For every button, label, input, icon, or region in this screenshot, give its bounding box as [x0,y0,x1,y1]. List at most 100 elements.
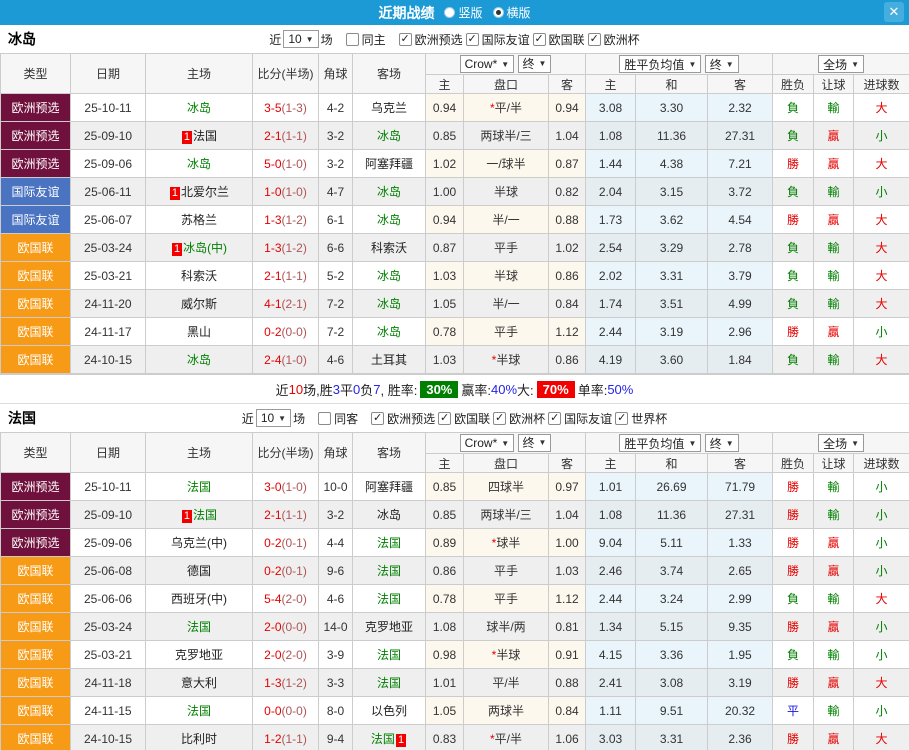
handicap-result-cell: 輸 [813,261,855,290]
fulltime-score: 5-0 [264,156,282,171]
fulltime-score: 0-0 [264,703,282,718]
league-checkbox[interactable]: ✓ [532,32,546,46]
full-match-select[interactable]: 全场 ▼ [818,55,865,73]
fulltime-score: 1-3 [264,212,282,227]
league-checkbox[interactable]: ✓ [548,411,562,425]
recent-count-select[interactable]: 10 ▼ [255,409,292,427]
stats-summary: 近 10 场,胜 3 平 0 负 7, 胜率: 30% 赢率: 40% 大: 70% 单率: 50% [0,374,909,403]
avg-type-select[interactable]: 胜平负均值 ▼ [619,434,702,452]
avg-away-cell: 2.99 [707,584,774,613]
date-cell: 24-11-18 [70,668,146,697]
fulltime-score: 1-3 [264,240,282,255]
score-cell: 3-5(1-3) [252,93,319,122]
odds-stage-select[interactable]: 终 ▼ [517,433,552,452]
halftime-score: (1-1) [281,731,307,746]
radio-icon-checked[interactable] [492,7,504,18]
avg-stage-select[interactable]: 终 ▼ [704,434,739,452]
handicap-result-cell: 贏 [813,612,855,641]
team-cell-content: 冰岛 [187,157,211,171]
team-label: 克罗地亚 [174,648,223,662]
corner-cell: 10-0 [318,472,353,501]
team-cell-content: 乌克兰 [371,101,407,115]
team-cell-content: 以色列 [371,704,407,718]
winloss-cell: 勝 [772,528,815,557]
fulltime-score: 4-1 [264,296,282,311]
score-cell: 1-3(1-2) [252,668,319,697]
away-odds-cell: 0.88 [547,668,587,697]
goals-result-cell: 大 [853,149,909,178]
winloss-cell: 負 [772,345,815,374]
corner-cell: 3-9 [318,640,353,669]
col-sub-home-odds: 主 [425,453,464,473]
same-home-checkbox[interactable] [345,32,359,46]
date-cell: 24-11-15 [70,696,146,725]
table-row: 欧洲预选 25-10-11 法国 3-0(1-0) 10-0 阿塞拜疆 0.85 四球半 0.9… [0,472,909,501]
league-checkbox[interactable]: ✓ [438,411,452,425]
team-cell-content: 乌克兰(中) [171,536,227,550]
avg-away-cell: 4.54 [707,205,774,234]
layout-radio-vertical[interactable]: 竖版 [444,4,483,21]
avg-draw-cell: 3.24 [635,584,709,613]
league-checkbox[interactable]: ✓ [398,32,412,46]
avg-type-select[interactable]: 胜平负均值 ▼ [619,55,702,73]
avg-away-cell: 1.33 [707,528,774,557]
away-team-cell: 土耳其 [352,345,426,374]
handicap-name: 平/半 [492,676,520,690]
close-icon[interactable]: ✕ [884,2,904,22]
away-odds-cell: 1.04 [547,121,587,150]
league-checkbox[interactable]: ✓ [587,32,601,46]
league-label: 欧洲杯 [603,32,640,47]
avg-away-cell: 3.79 [707,261,774,290]
handicap-text: 平手 [494,325,518,339]
avg-home-cell: 2.44 [585,584,637,613]
rank-badge: 1 [395,734,407,747]
radio-icon[interactable] [444,7,456,18]
odds-company-select[interactable]: Crow* ▼ [459,55,515,74]
filter-controls: 近 10 ▼ 场同主 ✓ 欧洲预选 ✓ 国际友谊 ✓ 欧国联 ✓ 欧洲杯 [269,30,640,48]
layout-radio-horizontal[interactable]: 横版 [492,4,531,21]
team-label: 乌克兰 [370,101,407,115]
away-odds-cell: 0.97 [547,472,587,501]
league-type-cell: 欧国联 [0,289,71,318]
league-checkbox[interactable]: ✓ [371,411,385,425]
team-label: 法国 [376,536,401,550]
score-cell: 2-1(1-1) [252,261,319,290]
same-away-checkbox[interactable] [318,411,332,425]
away-team-cell: 阿塞拜疆 [352,472,426,501]
league-type-cell: 欧国联 [0,233,71,262]
team-label: 黑山 [186,325,211,339]
score-cell: 2-0(2-0) [252,640,319,669]
avg-draw-cell: 3.31 [635,261,709,290]
summary-text: 10 [288,381,304,397]
league-checkbox[interactable]: ✓ [493,411,507,425]
odds-stage-select[interactable]: 终 ▼ [517,54,552,73]
team-cell-content: 阿塞拜疆 [365,480,413,494]
avg-draw-cell: 3.29 [635,233,709,262]
league-checkbox[interactable]: ✓ [615,411,629,425]
avg-stage-select[interactable]: 终 ▼ [704,55,739,73]
team-label: 冰岛 [186,157,211,171]
summary-text: 单率: [577,382,608,398]
away-team-cell: 以色列 [352,696,426,725]
crown-group-header: Crow* ▼ 终 ▼ [424,432,587,454]
team-cell-content: 冰岛 [377,129,401,143]
fulltime-score: 1-0 [264,184,282,199]
table-row: 欧洲预选 25-09-10 1 法国 2-1(1-1) 3-2 冰岛 0.85 两球半/三 1.0… [0,121,909,150]
avg-home-cell: 2.54 [585,233,637,262]
corner-cell: 7-2 [318,289,353,318]
full-match-select[interactable]: 全场 ▼ [818,434,865,452]
home-odds-cell: 0.98 [425,640,464,669]
handicap-cell: 平手 [463,556,549,585]
handicap-cell: 半/一 [463,289,549,318]
avg-home-cell: 2.44 [585,317,637,346]
team-label: 法国 [193,129,218,143]
same-venue-label: 同主 [361,32,386,47]
recent-count-select[interactable]: 10 ▼ [283,30,319,48]
handicap-name: 平手 [493,241,518,255]
league-checkbox[interactable]: ✓ [465,32,479,46]
odds-company-select[interactable]: Crow* ▼ [459,434,515,453]
summary-text: 40% [491,381,518,397]
date-cell: 25-09-06 [70,149,146,178]
score-cell: 5-0(1-0) [252,149,319,178]
chevron-down-icon: ▼ [538,438,547,448]
